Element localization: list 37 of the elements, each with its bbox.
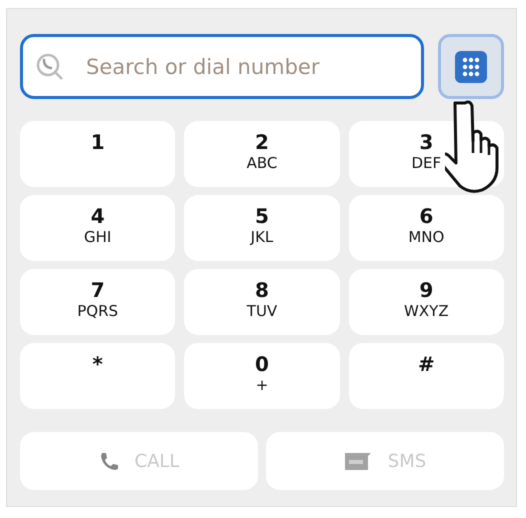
keypad-button[interactable]	[438, 34, 504, 99]
key-letters: GHI	[84, 227, 112, 247]
key-digit: 9	[419, 279, 434, 301]
key-digit: 7	[90, 279, 105, 301]
key-digit: 1	[90, 131, 105, 153]
dial-key[interactable]: 6 MNO	[348, 195, 504, 261]
dial-key[interactable]: 0 +	[184, 343, 340, 409]
dial-key[interactable]: 9 WXYZ	[348, 269, 504, 335]
sms-icon	[344, 451, 372, 471]
key-letters: TUV	[246, 301, 278, 321]
key-letters: +	[256, 375, 268, 395]
dial-key[interactable]: 4 GHI	[20, 195, 176, 261]
key-letters: ABC	[246, 153, 278, 173]
key-digit: 5	[255, 205, 269, 227]
key-digit: 0	[255, 353, 269, 375]
key-digit: 2	[255, 131, 269, 153]
key-letters: JKL	[250, 227, 274, 247]
dial-key[interactable]: #	[348, 343, 504, 409]
dial-key[interactable]: 5 JKL	[184, 195, 340, 261]
key-letters: MNO	[408, 227, 444, 247]
key-letters: WXYZ	[404, 301, 449, 321]
key-digit: 8	[255, 279, 269, 301]
key-letters: DEF	[411, 153, 442, 173]
key-digit: 3	[419, 131, 434, 153]
key-digit: #	[418, 353, 435, 375]
key-digit: *	[92, 353, 103, 375]
dial-key[interactable]: 8 TUV	[184, 269, 340, 335]
dial-key[interactable]: 1	[20, 121, 176, 187]
dial-key[interactable]: 2 ABC	[184, 121, 340, 187]
key-digit: 6	[419, 205, 434, 227]
phone-icon	[98, 451, 119, 471]
search-field[interactable]: Search or dial number	[20, 34, 424, 99]
key-letters: PQRS	[77, 301, 118, 321]
key-digit: 4	[90, 205, 105, 227]
dial-key[interactable]: *	[20, 343, 176, 409]
dial-key[interactable]: 7 PQRS	[20, 269, 176, 335]
keypad-icon	[455, 50, 487, 82]
